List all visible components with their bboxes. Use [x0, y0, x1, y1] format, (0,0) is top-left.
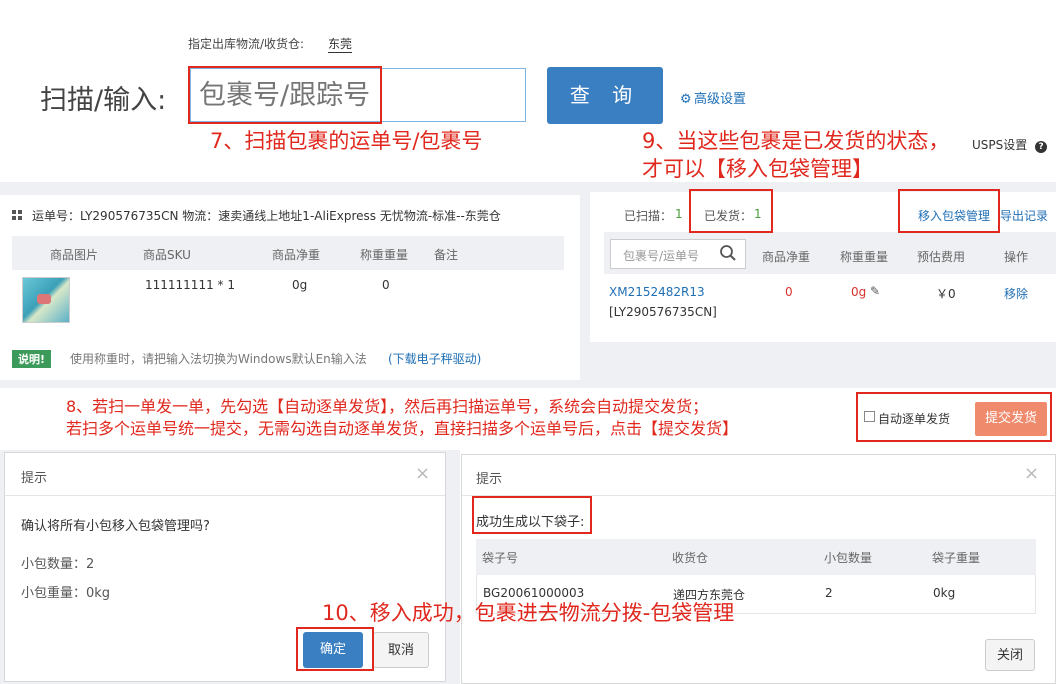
- warehouse-value[interactable]: 东莞: [328, 35, 353, 53]
- package-number-link[interactable]: XM2152482R13: [609, 285, 705, 299]
- bag-weight: 0kg: [933, 586, 956, 600]
- close-icon[interactable]: ×: [1024, 463, 1039, 484]
- row-net-weight: 0: [785, 285, 793, 299]
- auto-ship-area: 自动逐单发货 提交发货: [860, 396, 1050, 438]
- row-weighed: 0g: [851, 285, 867, 299]
- download-driver-link[interactable]: (下载电子秤驱动): [388, 350, 481, 367]
- query-button[interactable]: 查 询: [547, 67, 663, 124]
- close-button[interactable]: 关闭: [985, 639, 1035, 671]
- usps-settings-link[interactable]: USPS设置 ?: [972, 136, 1048, 153]
- auto-ship-label[interactable]: 自动逐单发货: [878, 410, 950, 427]
- advanced-settings-link[interactable]: ⚙ 高级设置: [680, 88, 746, 107]
- confirm-cancel-button[interactable]: 取消: [373, 632, 429, 668]
- annotation-9-line1: 9、当这些包裹是已发货的状态，: [642, 129, 950, 153]
- notice-text: 使用称重时，请把输入法切换为Windows默认En输入法: [70, 352, 367, 366]
- col-weighed-right: 称重重量: [840, 250, 889, 264]
- success-dialog-title: 提示: [476, 472, 503, 487]
- tracking-number: [LY290576735CN]: [609, 305, 717, 319]
- col-bag-weight: 袋子重量: [932, 551, 981, 565]
- remove-link[interactable]: 移除: [1004, 285, 1028, 302]
- edit-icon[interactable]: ✎: [870, 284, 880, 298]
- success-text: 成功生成以下袋子:: [476, 515, 585, 530]
- product-weighed: 0: [382, 278, 390, 292]
- search-icon[interactable]: [719, 244, 737, 262]
- annotation-10: 10、移入成功，包裹进去物流分拨-包袋管理: [322, 601, 735, 625]
- col-remark: 备注: [434, 248, 459, 262]
- package-search-placeholder: 包裹号/运单号: [623, 249, 700, 263]
- annotation-8-line2: 若扫多个运单号统一提交，无需勾选自动逐单发货，直接扫描多个运单号后，点击【提交发…: [66, 419, 739, 438]
- right-panel: 已扫描： 1 已发货： 1 移入包袋管理 导出记录 包裹号/运单号 商品净重 称…: [590, 192, 1056, 342]
- auto-ship-checkbox[interactable]: [864, 411, 875, 422]
- confirm-dialog: 提示 × 确认将所有小包移入包袋管理吗? 小包数量：2 小包重量：0kg 确定 …: [4, 452, 446, 682]
- shipped-label: 已发货：: [704, 209, 753, 223]
- product-net-weight: 0g: [292, 278, 308, 292]
- scan-label: 扫描/输入:: [40, 85, 167, 116]
- col-fee: 预估费用: [917, 250, 966, 264]
- bag-table-header: 袋子号 收货仓 小包数量 袋子重量: [476, 539, 1036, 575]
- bag-package-count: 2: [825, 586, 833, 600]
- warehouse-label: 指定出库物流/收货仓:: [188, 37, 305, 51]
- col-package-count: 小包数量: [824, 551, 873, 565]
- col-weighed: 称重重量: [360, 248, 409, 262]
- scanned-label: 已扫描：: [624, 209, 673, 223]
- package-weight: 小包重量：0kg: [21, 586, 111, 601]
- col-net-weight: 商品净重: [272, 248, 321, 262]
- annotation-8-line1: 8、若扫一单发一单，先勾选【自动逐单发货】，然后再扫描运单号，系统会自动提交发货…: [66, 397, 709, 416]
- package-count: 小包数量：2: [21, 557, 95, 572]
- col-net-weight-right: 商品净重: [762, 250, 811, 264]
- col-receive-warehouse: 收货仓: [672, 551, 709, 565]
- package-info-line: 运单号：LY290576735CN 物流：速卖通线上地址1-AliExpress…: [32, 209, 501, 223]
- package-search-box[interactable]: 包裹号/运单号: [610, 239, 746, 269]
- confirm-ok-button[interactable]: 确定: [303, 632, 363, 668]
- gear-icon: ⚙: [680, 92, 692, 107]
- product-thumbnail: [22, 277, 70, 323]
- annotation-9-line2: 才可以【移入包袋管理】: [642, 157, 873, 181]
- submit-shipment-button[interactable]: 提交发货: [975, 402, 1047, 436]
- shipped-count: 1: [754, 207, 762, 221]
- col-bag-no: 袋子号: [482, 551, 519, 565]
- confirm-question: 确认将所有小包移入包袋管理吗?: [21, 519, 210, 534]
- col-sku: 商品SKU: [143, 248, 191, 262]
- scanned-count: 1: [675, 207, 683, 221]
- col-image: 商品图片: [50, 248, 99, 262]
- close-icon[interactable]: ×: [415, 463, 430, 484]
- left-panel: 运单号：LY290576735CN 物流：速卖通线上地址1-AliExpress…: [0, 195, 580, 380]
- move-to-bag-link[interactable]: 移入包袋管理: [918, 207, 990, 224]
- export-records-link[interactable]: 导出记录: [1000, 207, 1048, 224]
- annotation-7: 7、扫描包裹的运单号/包裹号: [210, 129, 483, 153]
- notice-badge: 说明!: [12, 350, 52, 368]
- confirm-dialog-title: 提示: [21, 471, 48, 486]
- scan-input[interactable]: [190, 68, 526, 122]
- product-table-header: 商品图片 商品SKU 商品净重 称重重量 备注: [12, 236, 564, 270]
- success-dialog: 提示 × 成功生成以下袋子: 袋子号 收货仓 小包数量 袋子重量 BG20061…: [461, 454, 1056, 684]
- grid-icon: [12, 210, 22, 220]
- question-circle-icon[interactable]: ?: [1035, 141, 1048, 153]
- col-action: 操作: [1004, 250, 1029, 264]
- row-fee: ￥0: [936, 287, 956, 301]
- product-sku: 111111111 * 1: [145, 278, 235, 292]
